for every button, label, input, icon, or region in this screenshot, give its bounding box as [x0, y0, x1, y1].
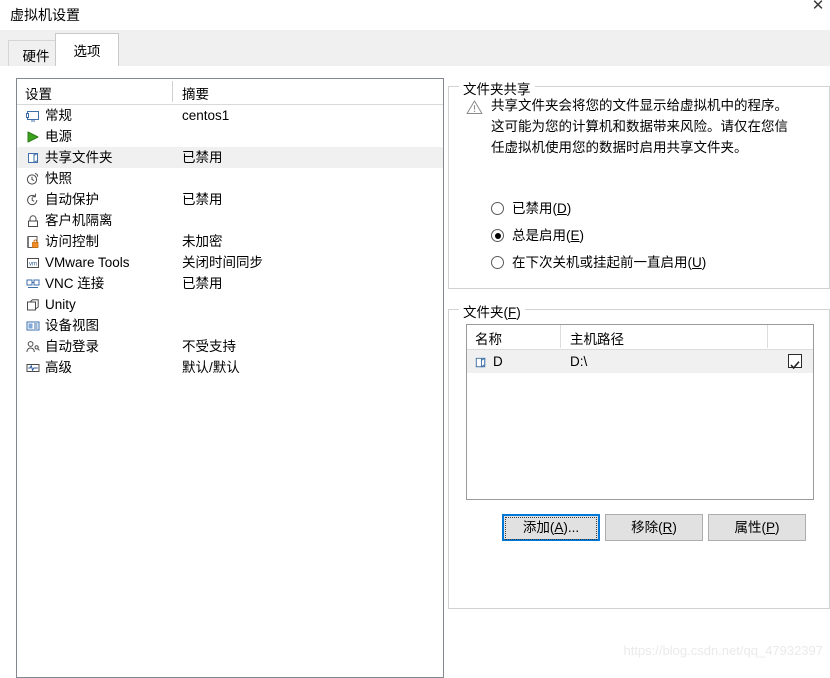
remove-folder-button[interactable]: 移除(R) — [605, 514, 703, 541]
window-title: 虚拟机设置 — [10, 7, 80, 23]
options-pane: 文件夹共享 共享文件夹会将您的文件显示给虚拟机中的程序。这可能为您的计算机和数据… — [448, 66, 830, 674]
list-item-summary: 不受支持 — [182, 339, 236, 354]
add-folder-button[interactable]: 添加(A)... — [502, 514, 600, 541]
settings-list[interactable]: 设置 摘要 常规 centos1 电源 共享文件夹 已禁用 快照 自动保护 已禁… — [16, 78, 444, 678]
list-item-summary: 已禁用 — [182, 192, 223, 207]
list-item-summary: 关闭时间同步 — [182, 255, 263, 270]
shared-folder-icon — [25, 150, 41, 166]
list-item-autoprotect[interactable]: 自动保护 已禁用 — [17, 189, 443, 210]
list-item-label: VMware Tools — [45, 255, 130, 270]
list-item-label: VNC 连接 — [45, 276, 105, 291]
list-item-unity[interactable]: Unity — [17, 294, 443, 315]
watermark: https://blog.csdn.net/qq_47932397 — [623, 643, 824, 658]
padlock-icon — [25, 213, 41, 229]
dialog-body: 设置 摘要 常规 centos1 电源 共享文件夹 已禁用 快照 自动保护 已禁… — [0, 66, 830, 678]
list-item-label: 自动保护 — [45, 192, 99, 207]
list-item-access-control[interactable]: 访问控制 未加密 — [17, 231, 443, 252]
list-item-label: 常规 — [45, 108, 72, 123]
folders-group: 文件夹(F) 名称 主机路径 D D:\ 添加(A)... 移除(R) 属性(P… — [448, 301, 830, 609]
list-item-summary: 未加密 — [182, 234, 223, 249]
list-item-label: 电源 — [45, 129, 72, 144]
settings-list-header: 设置 摘要 — [17, 79, 443, 105]
radio-circle-icon — [491, 202, 504, 215]
list-item-summary: centos1 — [182, 108, 230, 123]
folder-icon — [473, 354, 488, 369]
access-control-icon — [25, 234, 41, 250]
list-item-label: 访问控制 — [45, 234, 99, 249]
tab-strip: 硬件 选项 — [0, 30, 830, 67]
svg-text:vm: vm — [29, 262, 37, 268]
warning-triangle-icon — [466, 99, 483, 115]
list-item-label: 自动登录 — [45, 339, 99, 354]
device-view-icon — [25, 318, 41, 334]
radio-circle-selected-icon — [491, 229, 504, 242]
column-header-summary: 摘要 — [182, 87, 209, 102]
list-item-general[interactable]: 常规 centos1 — [17, 105, 443, 126]
list-item-label: 快照 — [45, 171, 72, 186]
list-item-auto-login[interactable]: 自动登录 不受支持 — [17, 336, 443, 357]
list-item-device-view[interactable]: 设备视图 — [17, 315, 443, 336]
folder-sharing-group: 文件夹共享 共享文件夹会将您的文件显示给虚拟机中的程序。这可能为您的计算机和数据… — [448, 78, 830, 289]
close-icon[interactable]: ✕ — [810, 0, 826, 14]
monitor-icon — [25, 108, 41, 124]
folders-table-header: 名称 主机路径 — [467, 325, 813, 350]
unity-icon — [25, 297, 41, 313]
sharing-warning-text: 共享文件夹会将您的文件显示给虚拟机中的程序。这可能为您的计算机和数据带来风险。请… — [491, 98, 788, 155]
folders-table[interactable]: 名称 主机路径 D D:\ — [466, 324, 814, 500]
list-item-label: Unity — [45, 297, 76, 312]
list-item-label: 高级 — [45, 360, 72, 375]
vnc-icon — [25, 276, 41, 292]
tab-underlap — [56, 65, 118, 67]
list-item-snapshot[interactable]: 快照 — [17, 168, 443, 189]
snapshot-clock-icon — [25, 171, 41, 187]
title-bar: 虚拟机设置 ✕ — [0, 0, 830, 30]
column-header-path: 主机路径 — [570, 332, 624, 347]
column-header-name: 名称 — [475, 332, 502, 347]
radio-circle-icon — [491, 256, 504, 269]
radio-label: 已禁用(D) — [512, 201, 572, 216]
column-divider — [172, 81, 173, 102]
folders-title: 文件夹(F) — [459, 301, 525, 321]
list-item-power[interactable]: 电源 — [17, 126, 443, 147]
list-item-label: 客户机隔离 — [45, 213, 113, 228]
power-play-icon — [25, 129, 41, 145]
vmware-tools-icon: vm — [25, 255, 41, 271]
radio-label: 总是启用(E) — [512, 228, 585, 243]
folder-enabled-checkbox[interactable] — [788, 354, 802, 370]
column-header-setting: 设置 — [25, 87, 52, 102]
column-divider — [767, 325, 768, 348]
list-item-summary: 已禁用 — [182, 150, 223, 165]
list-item-label: 共享文件夹 — [45, 150, 113, 165]
list-item-summary: 已禁用 — [182, 276, 223, 291]
folder-properties-button[interactable]: 属性(P) — [708, 514, 806, 541]
list-item-shared-folders[interactable]: 共享文件夹 已禁用 — [17, 147, 443, 168]
tab-options[interactable]: 选项 — [55, 33, 119, 66]
column-divider — [560, 325, 561, 348]
list-item-label: 设备视图 — [45, 318, 99, 333]
radio-label: 在下次关机或挂起前一直启用(U) — [512, 255, 707, 270]
auto-login-icon — [25, 339, 41, 355]
folder-name: D — [493, 354, 503, 369]
table-row[interactable]: D D:\ — [467, 350, 813, 373]
advanced-icon — [25, 360, 41, 376]
list-item-summary: 默认/默认 — [182, 360, 240, 375]
list-item-vnc[interactable]: VNC 连接 已禁用 — [17, 273, 443, 294]
list-item-advanced[interactable]: 高级 默认/默认 — [17, 357, 443, 378]
list-item-guest-isolation[interactable]: 客户机隔离 — [17, 210, 443, 231]
list-item-vmware-tools[interactable]: vm VMware Tools 关闭时间同步 — [17, 252, 443, 273]
autoprotect-icon — [25, 192, 41, 208]
folder-host-path: D:\ — [570, 354, 588, 369]
